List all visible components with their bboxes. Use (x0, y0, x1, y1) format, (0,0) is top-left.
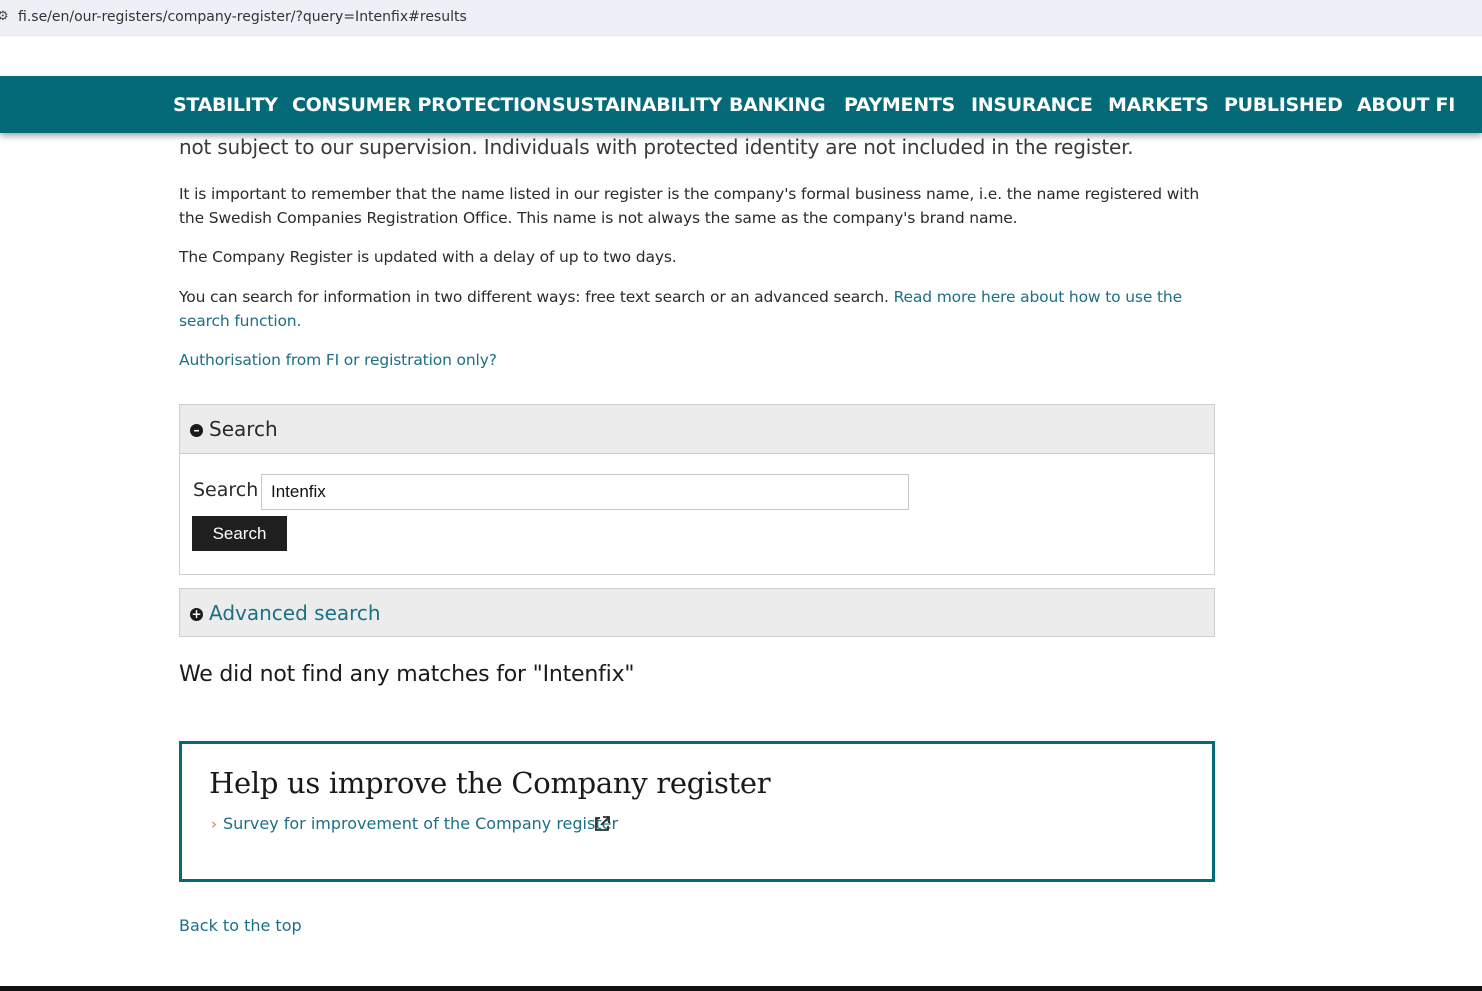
authorisation-link[interactable]: Authorisation from FI or registration on… (179, 351, 497, 369)
intro-text: not subject to our supervision. Individu… (179, 135, 1134, 159)
chevron-right-icon: › (211, 815, 217, 833)
search-label: Search (193, 479, 259, 501)
nav-stability[interactable]: STABILITY (173, 94, 278, 116)
search-button[interactable]: Search (192, 516, 287, 551)
nav-consumer-protection[interactable]: CONSUMER PROTECTION (292, 94, 552, 116)
nav-about-fi[interactable]: ABOUT FI (1357, 94, 1455, 116)
search-panel-header[interactable]: – Search (180, 405, 1214, 454)
nav-sustainability[interactable]: SUSTAINABILITY (552, 94, 722, 116)
external-link-icon[interactable] (593, 815, 611, 833)
search-panel-title: Search (209, 417, 278, 441)
minus-circle-icon: – (190, 424, 203, 437)
help-improve-box: Help us improve the Company register › S… (179, 741, 1215, 882)
survey-link[interactable]: Survey for improvement of the Company re… (223, 814, 618, 833)
advanced-search-toggle[interactable]: + Advanced search (179, 588, 1215, 637)
back-to-top-link[interactable]: Back to the top (179, 916, 302, 935)
help-title: Help us improve the Company register (209, 766, 771, 800)
search-input[interactable] (261, 474, 909, 510)
no-results-message: We did not find any matches for "Intenfi… (179, 662, 635, 687)
nav-markets[interactable]: MARKETS (1108, 94, 1209, 116)
search-panel: – Search Search Search (179, 404, 1215, 575)
paragraph-update-delay: The Company Register is updated with a d… (179, 248, 677, 266)
advanced-search-title: Advanced search (209, 601, 381, 625)
url-text[interactable]: fi.se/en/our-registers/company-register/… (18, 9, 467, 25)
nav-banking[interactable]: BANKING (729, 94, 826, 116)
main-navigation: STABILITY CONSUMER PROTECTION SUSTAINABI… (0, 76, 1482, 133)
search-ways-text: You can search for information in two di… (179, 288, 894, 306)
paragraph-business-name: It is important to remember that the nam… (179, 185, 1200, 227)
plus-circle-icon: + (190, 607, 203, 621)
browser-address-bar[interactable]: ⚙ fi.se/en/our-registers/company-registe… (0, 0, 1482, 36)
nav-published[interactable]: PUBLISHED (1224, 94, 1343, 116)
paragraph-authorisation: Authorisation from FI or registration on… (179, 348, 1209, 372)
nav-insurance[interactable]: INSURANCE (971, 94, 1093, 116)
paragraph-search-ways: You can search for information in two di… (179, 285, 1209, 333)
nav-payments[interactable]: PAYMENTS (844, 94, 955, 116)
footer-divider (0, 986, 1482, 991)
site-info-icon[interactable]: ⚙ (0, 9, 9, 24)
